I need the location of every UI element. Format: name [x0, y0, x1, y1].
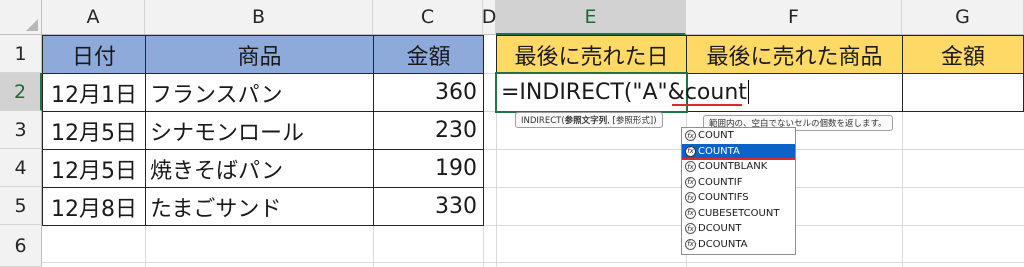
spell-check-underline	[672, 104, 742, 106]
autocomplete-label: DCOUNTA	[698, 238, 748, 250]
function-icon: fx	[685, 145, 696, 157]
row-header-6[interactable]: 6	[0, 225, 42, 267]
autocomplete-item-dcount[interactable]: fx DCOUNT	[682, 221, 795, 237]
autocomplete-item-countblank[interactable]: fx COUNTBLANK	[682, 159, 795, 175]
row-header-1[interactable]: 1	[0, 35, 42, 73]
text-cursor	[747, 80, 749, 104]
function-icon: fx	[685, 130, 696, 142]
tooltip-remaining-arguments: , [参照形式])	[607, 116, 657, 126]
function-icon: fx	[685, 192, 696, 204]
tooltip-current-argument: 参照文字列	[564, 116, 608, 126]
tooltip-function-name: INDIRECT(	[521, 116, 565, 126]
column-header-c[interactable]: C	[373, 0, 483, 35]
table-cell-product[interactable]: フランスパン	[145, 73, 374, 112]
table-cell-amount[interactable]: 360	[373, 73, 484, 112]
table-cell-date[interactable]: 12月8日	[42, 187, 146, 226]
table-cell-product[interactable]: 焼きそばパン	[145, 149, 374, 188]
table-cell-product[interactable]: シナモンロール	[145, 111, 374, 150]
table-cell-last-amount[interactable]	[902, 73, 1024, 112]
column-header-d[interactable]: D	[482, 0, 496, 35]
function-syntax-tooltip: INDIRECT(参照文字列, [参照形式])	[515, 112, 663, 128]
row-header-2[interactable]: 2	[0, 73, 42, 111]
function-icon: fx	[685, 223, 696, 235]
autocomplete-item-count[interactable]: fx COUNT	[682, 128, 795, 144]
table-header-amount[interactable]: 金額	[373, 35, 484, 74]
autocomplete-label: COUNTIFS	[698, 192, 749, 204]
function-icon: fx	[685, 238, 696, 250]
function-icon: fx	[685, 207, 696, 219]
row-header-3[interactable]: 3	[0, 111, 42, 149]
table-header-last-sold-date[interactable]: 最後に売れた日	[496, 35, 687, 74]
autocomplete-item-counta[interactable]: fx COUNTA	[682, 143, 795, 159]
table-cell-product[interactable]: たまごサンド	[145, 187, 374, 226]
autocomplete-label: CUBESETCOUNT	[698, 207, 780, 219]
column-header-a[interactable]: A	[42, 0, 145, 35]
function-icon: fx	[685, 161, 696, 173]
autocomplete-label: COUNT	[698, 130, 734, 142]
table-header-product[interactable]: 商品	[145, 35, 374, 74]
function-icon: fx	[685, 176, 696, 188]
autocomplete-item-dcounta[interactable]: fx DCOUNTA	[682, 237, 795, 253]
column-header-e[interactable]: E	[496, 0, 686, 35]
table-cell-date[interactable]: 12月1日	[42, 73, 146, 112]
autocomplete-item-cubesetcount[interactable]: fx CUBESETCOUNT	[682, 206, 795, 222]
row-header-4[interactable]: 4	[0, 149, 42, 187]
autocomplete-label: COUNTBLANK	[698, 161, 768, 173]
select-all-button[interactable]	[0, 0, 42, 35]
function-autocomplete-list[interactable]: fx COUNT fx COUNTA fx COUNTBLANK fx COUNTIF …	[681, 127, 796, 255]
table-cell-date[interactable]: 12月5日	[42, 149, 146, 188]
row-header-5[interactable]: 5	[0, 187, 42, 225]
table-header-last-sold-product[interactable]: 最後に売れた商品	[686, 35, 903, 74]
autocomplete-label: DCOUNT	[698, 223, 742, 235]
autocomplete-item-countifs[interactable]: fx COUNTIFS	[682, 190, 795, 206]
column-header-g[interactable]: G	[902, 0, 1024, 35]
table-cell-amount[interactable]: 330	[373, 187, 484, 226]
table-cell-amount[interactable]: 190	[373, 149, 484, 188]
table-cell-amount[interactable]: 230	[373, 111, 484, 150]
gridline	[42, 262, 1024, 263]
selected-item-underline	[682, 158, 795, 160]
table-header-date[interactable]: 日付	[42, 35, 146, 74]
column-header-f[interactable]: F	[686, 0, 902, 35]
autocomplete-label: COUNTIF	[698, 176, 743, 188]
autocomplete-item-countif[interactable]: fx COUNTIF	[682, 175, 795, 191]
column-header-b[interactable]: B	[145, 0, 373, 35]
autocomplete-label: COUNTA	[698, 145, 740, 157]
table-header-last-amount[interactable]: 金額	[902, 35, 1024, 74]
table-cell-date[interactable]: 12月5日	[42, 111, 146, 150]
formula-text: =INDIRECT("A"&count	[501, 79, 747, 105]
